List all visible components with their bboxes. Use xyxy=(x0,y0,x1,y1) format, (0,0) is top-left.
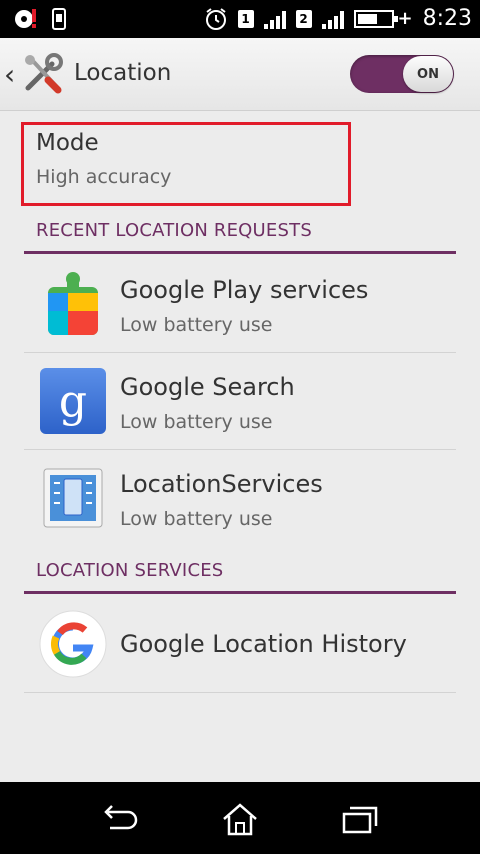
item-subtitle: Low battery use xyxy=(120,508,273,530)
item-title: Google Play services xyxy=(120,276,369,304)
sim1-signal-icon xyxy=(263,9,286,29)
page-title: Location xyxy=(74,60,172,86)
phone-icon xyxy=(52,8,66,30)
item-subtitle: Low battery use xyxy=(120,411,273,433)
charging-icon: + xyxy=(397,8,413,29)
mode-title: Mode xyxy=(36,130,99,156)
row-divider xyxy=(24,692,456,693)
notification-icon xyxy=(15,9,36,28)
recent-requests-header: RECENT LOCATION REQUESTS xyxy=(36,220,312,241)
sim2-badge: 2 xyxy=(295,9,312,28)
home-icon[interactable] xyxy=(220,802,260,836)
sim1-badge: 1 xyxy=(237,9,254,28)
clock: 8:23 xyxy=(422,6,472,31)
google-g-icon xyxy=(39,610,107,678)
item-title: Google Search xyxy=(120,373,295,401)
item-title: LocationServices xyxy=(120,470,323,498)
location-services-icon xyxy=(43,468,103,528)
mode-value: High accuracy xyxy=(36,166,172,188)
alarm-icon xyxy=(205,7,226,30)
location-toggle[interactable]: ON xyxy=(350,55,454,93)
status-bar: 1 2 + 8:23 xyxy=(0,0,480,38)
list-item-location-services[interactable]: LocationServices Low battery use xyxy=(24,450,456,546)
sim2-signal-icon xyxy=(321,9,344,29)
toggle-label: ON xyxy=(403,56,453,92)
up-navigation-icon[interactable]: ‹ xyxy=(4,58,15,91)
action-bar: ‹ Location ON xyxy=(0,38,480,111)
google-play-services-icon xyxy=(48,272,98,335)
google-search-icon: g xyxy=(40,368,106,434)
recent-apps-icon[interactable] xyxy=(340,802,380,836)
settings-tools-icon[interactable] xyxy=(22,52,64,94)
section-divider xyxy=(24,251,456,254)
list-item-google-search[interactable]: g Google Search Low battery use xyxy=(24,353,456,449)
item-subtitle: Low battery use xyxy=(120,314,273,336)
back-icon[interactable] xyxy=(100,802,140,836)
list-item-google-play-services[interactable]: Google Play services Low battery use xyxy=(24,256,456,352)
section-divider xyxy=(24,591,456,594)
item-title: Google Location History xyxy=(120,630,407,658)
svg-text:g: g xyxy=(59,376,87,427)
location-services-header: LOCATION SERVICES xyxy=(36,560,224,581)
battery-icon: + xyxy=(353,8,413,29)
navigation-bar xyxy=(0,782,480,854)
list-item-google-location-history[interactable]: Google Location History xyxy=(24,596,456,692)
